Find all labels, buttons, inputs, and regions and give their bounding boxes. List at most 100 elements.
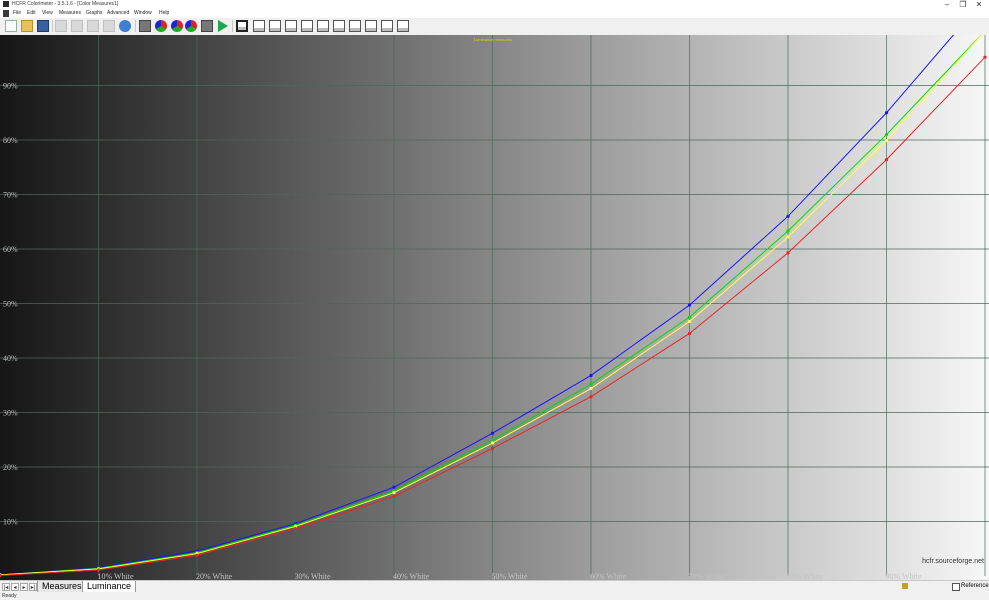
rgb-patterns-icon[interactable] bbox=[155, 20, 167, 32]
data-point bbox=[687, 303, 692, 307]
x-tick-label: 10% White bbox=[98, 572, 135, 580]
help-icon[interactable] bbox=[119, 20, 131, 32]
data-point bbox=[490, 446, 495, 451]
data-point bbox=[589, 382, 593, 386]
first-tab-button[interactable]: |◂ bbox=[2, 583, 10, 591]
graph-10-icon[interactable] bbox=[381, 20, 393, 32]
data-point bbox=[786, 235, 790, 239]
last-tab-button[interactable]: ▸| bbox=[29, 583, 37, 591]
minimize-button[interactable]: – bbox=[939, 0, 955, 9]
status-text: Ready bbox=[2, 593, 17, 599]
menu-edit[interactable]: Edit bbox=[27, 9, 36, 18]
data-point bbox=[589, 373, 593, 378]
chart-title: Luminance measures bbox=[474, 37, 512, 42]
data-point bbox=[293, 526, 298, 531]
status-bar: Ready bbox=[0, 592, 989, 600]
restore-button[interactable]: ❐ bbox=[955, 0, 971, 9]
x-tick-label: 30% White bbox=[295, 572, 332, 580]
menu-bar: File Edit View Measures Graphs Advanced … bbox=[0, 9, 989, 18]
y-tick-label: 30% bbox=[3, 409, 18, 418]
data-point bbox=[589, 395, 593, 399]
data-point bbox=[786, 251, 790, 255]
continuous-measure-icon[interactable] bbox=[218, 20, 228, 32]
graph-5-icon[interactable] bbox=[301, 20, 313, 32]
app-icon bbox=[3, 1, 9, 7]
menu-view[interactable]: View bbox=[42, 9, 53, 18]
measure-all-icon[interactable] bbox=[185, 20, 197, 32]
y-tick-label: 20% bbox=[3, 463, 18, 472]
menu-graphs[interactable]: Graphs bbox=[86, 9, 102, 18]
x-tick-label: 60% White bbox=[590, 572, 627, 580]
y-tick-label: 10% bbox=[3, 518, 18, 527]
reference-icon bbox=[902, 583, 908, 589]
y-tick-label: 80% bbox=[3, 136, 18, 145]
reference-label: Reference bbox=[961, 583, 989, 589]
data-point bbox=[195, 553, 199, 557]
undo-icon[interactable] bbox=[103, 20, 115, 32]
x-tick-label: 90% White bbox=[886, 572, 923, 580]
y-tick-label: 40% bbox=[3, 354, 18, 363]
graph-7-icon[interactable] bbox=[333, 20, 345, 32]
chart-watermark: hcfr.sourceforge.net bbox=[922, 558, 984, 565]
prev-tab-button[interactable]: ◂ bbox=[11, 583, 19, 591]
data-point bbox=[884, 138, 889, 143]
save-disk-icon[interactable] bbox=[37, 20, 49, 32]
graph-2-icon[interactable] bbox=[253, 20, 265, 32]
title-bar: HCFR Colorimeter - 3.5.1.6 - [Color Meas… bbox=[0, 0, 989, 9]
x-tick-label: 40% White bbox=[393, 572, 430, 580]
data-point bbox=[687, 331, 692, 336]
window-title: HCFR Colorimeter - 3.5.1.6 - [Color Meas… bbox=[12, 1, 119, 7]
paste-icon[interactable] bbox=[87, 20, 99, 32]
y-tick-label: 60% bbox=[3, 245, 18, 254]
sensor-icon[interactable] bbox=[139, 20, 151, 32]
cut-icon[interactable] bbox=[55, 20, 67, 32]
graph-3-icon[interactable] bbox=[269, 20, 281, 32]
data-point bbox=[687, 315, 692, 319]
copy-icon[interactable] bbox=[71, 20, 83, 32]
x-tick-label: 70% White bbox=[689, 572, 726, 580]
data-point bbox=[392, 491, 396, 495]
toolbar-separator bbox=[135, 20, 136, 32]
data-point bbox=[392, 485, 396, 489]
x-tick-label: 50% White bbox=[492, 572, 529, 580]
new-document-icon[interactable] bbox=[5, 20, 17, 32]
toolbar bbox=[0, 18, 989, 36]
data-point bbox=[786, 214, 790, 218]
y-tick-label: 50% bbox=[3, 300, 18, 309]
menu-file[interactable]: File bbox=[13, 9, 21, 18]
data-point bbox=[589, 386, 593, 391]
menu-window[interactable]: Window bbox=[134, 9, 152, 18]
y-tick-label: 90% bbox=[3, 82, 18, 91]
data-point bbox=[687, 319, 692, 324]
data-point bbox=[490, 441, 495, 445]
y-tick-label: 70% bbox=[3, 191, 18, 200]
data-point bbox=[884, 111, 889, 115]
menu-advanced[interactable]: Advanced bbox=[107, 9, 129, 18]
menu-help[interactable]: Help bbox=[159, 9, 169, 18]
luminance-chart: 10% 20% 30% 40% 50% 60% 70% 80% 90% 10% White 20% … bbox=[0, 35, 989, 580]
toolbar-separator bbox=[52, 20, 53, 32]
open-folder-icon[interactable] bbox=[21, 20, 33, 32]
graph-11-icon[interactable] bbox=[397, 20, 409, 32]
data-point bbox=[983, 55, 987, 59]
camera-icon[interactable] bbox=[201, 20, 213, 32]
document-icon[interactable] bbox=[3, 10, 9, 17]
data-point bbox=[490, 438, 495, 442]
graph-4-icon[interactable] bbox=[285, 20, 297, 32]
graph-8-icon[interactable] bbox=[349, 20, 361, 32]
measure-icon[interactable] bbox=[171, 20, 183, 32]
data-point bbox=[884, 158, 889, 162]
graph-1-icon[interactable] bbox=[236, 20, 248, 32]
x-tick-label: 20% White bbox=[196, 572, 233, 580]
graph-9-icon[interactable] bbox=[365, 20, 377, 32]
chart-background bbox=[0, 35, 989, 580]
menu-measures[interactable]: Measures bbox=[59, 9, 81, 18]
data-point bbox=[392, 494, 396, 499]
x-tick-label: 80% White bbox=[787, 572, 824, 580]
close-button[interactable]: ✕ bbox=[971, 0, 987, 9]
reference-checkbox[interactable] bbox=[952, 583, 960, 591]
next-tab-button[interactable]: ▸ bbox=[20, 583, 28, 591]
graph-6-icon[interactable] bbox=[317, 20, 329, 32]
toolbar-separator bbox=[232, 20, 233, 32]
data-point bbox=[786, 229, 790, 233]
